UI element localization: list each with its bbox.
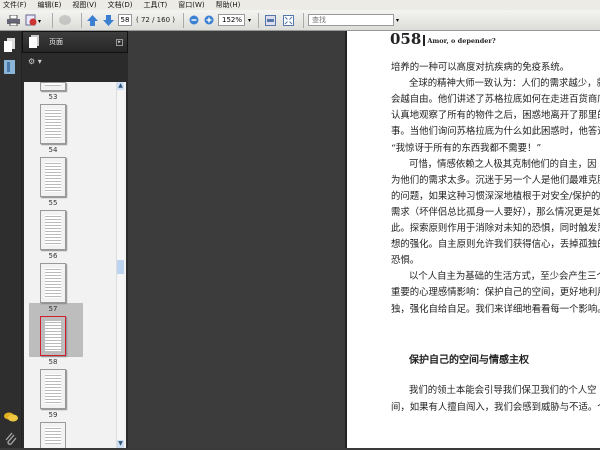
- scroll-up-icon[interactable]: ▲: [117, 82, 124, 90]
- page-thumbnail[interactable]: [40, 210, 66, 250]
- page-thumbnail[interactable]: [40, 369, 66, 409]
- text-line: 重要的心理感情影响：保护自己的空间，更好地利用孤: [391, 287, 600, 299]
- full-screen-icon[interactable]: [281, 13, 295, 27]
- pages-panel-icon: [29, 34, 39, 50]
- thumbnail-label: 53: [48, 93, 58, 101]
- navigation-icon-strip: [0, 31, 22, 448]
- thumbnail-label: 57: [48, 305, 58, 313]
- page-thumbnail-selected[interactable]: [40, 316, 66, 356]
- text-line: “我惊讶于所有的东西我都不需要！”: [391, 142, 542, 154]
- thumbnail-label: 58: [48, 358, 58, 366]
- menu-window[interactable]: 窗口(W): [178, 0, 204, 10]
- zoom-input[interactable]: 152%: [218, 14, 245, 26]
- text-line: 以个人自主为基础的生活方式，至少会产生三个: [409, 271, 600, 283]
- thumbnail-label: 54: [48, 146, 58, 154]
- menu-bar: 文件(F) 编辑(E) 视图(V) 文档(D) 工具(T) 窗口(W) 帮助(H…: [0, 0, 600, 10]
- next-page-icon[interactable]: [102, 13, 114, 27]
- running-title: Amor, o depender?: [427, 37, 496, 45]
- menu-file[interactable]: 文件(F): [3, 0, 27, 10]
- page-thumbnail[interactable]: [40, 82, 66, 91]
- text-line: 想的强化。自主原则允许我们获得信心，丢掉孤独的: [391, 239, 600, 251]
- attachments-icon[interactable]: [5, 431, 17, 445]
- document-page: 058 Amor, o depender? 保护自己的空间与情感主权 培养的一种…: [345, 31, 600, 448]
- scroll-down-icon[interactable]: ▼: [117, 440, 124, 448]
- zoom-out-icon[interactable]: [188, 13, 199, 27]
- menu-help[interactable]: 帮助(H): [216, 0, 241, 10]
- pages-icon[interactable]: [4, 37, 16, 52]
- page-thumbnail[interactable]: [40, 263, 66, 303]
- menu-tools[interactable]: 工具(T): [144, 0, 168, 10]
- page-count: ( 72 / 160 ): [136, 16, 175, 24]
- thumbnail-label: 55: [48, 199, 58, 207]
- text-line: 培养的一种可以高度对抗疾病的免疫系统。: [391, 62, 570, 73]
- text-line: 恐惧。: [391, 255, 420, 267]
- thumbnail-list: 53 54 55 56 57 58 59 ▲ ▼: [24, 82, 126, 448]
- text-line: 可惜，情感依赖之人极其克制他们的自主，因: [409, 158, 597, 170]
- thumbnail-scrollbar[interactable]: ▲ ▼: [116, 82, 124, 448]
- menu-edit[interactable]: 编辑(E): [38, 0, 62, 10]
- page-number: 058: [390, 30, 422, 48]
- create-pdf-icon[interactable]: ▾: [24, 13, 44, 27]
- text-line: 事。当他们询问苏格拉底为什么如此困惑时，他答道：: [391, 126, 600, 138]
- text-line: 独，强化自给自足。我们来详细地看看每一个影响。: [391, 303, 600, 315]
- text-line: 为他们的需求太多。沉迷于另一个人是他们最难克服: [391, 174, 600, 186]
- page-thumbnail[interactable]: [40, 157, 66, 197]
- text-line: 认真地观察了所有的物件之后，困惑地离开了那里的故: [391, 110, 600, 122]
- running-header: 058 Amor, o depender?: [390, 31, 496, 47]
- scrollbar-thumb[interactable]: [117, 260, 124, 274]
- zoom-dropdown-icon[interactable]: ▾: [248, 17, 251, 24]
- thumbnail-label: 59: [48, 411, 58, 419]
- options-gear-icon[interactable]: ⚙ ▾: [28, 57, 42, 66]
- menu-view[interactable]: 视图(V): [72, 0, 96, 10]
- pages-panel: 页面 ▸ ⚙ ▾ 53 54 55 56 57 58 59 ▲ ▼: [22, 31, 128, 448]
- thumbnail-label: 56: [48, 252, 58, 260]
- panel-title: 页面: [49, 38, 63, 46]
- search-dropdown-icon[interactable]: ▾: [396, 17, 399, 24]
- menu-document[interactable]: 文档(D): [108, 0, 133, 10]
- bookmarks-icon[interactable]: [4, 59, 16, 74]
- text-line: 全球的精神大师一致认为：人们的需求越少，就: [409, 78, 600, 90]
- section-heading: 保护自己的空间与情感主权: [409, 355, 529, 366]
- page-number-input[interactable]: 58: [118, 14, 132, 26]
- page-thumbnail[interactable]: [40, 422, 66, 448]
- previous-page-icon[interactable]: [86, 13, 98, 27]
- text-line: 我们的领土本能会引导我们保卫我们的个人空: [409, 385, 597, 396]
- toolbar: ▾ 58 ( 72 / 160 ) 152% ▾ ▾: [0, 10, 600, 31]
- comments-icon[interactable]: [4, 407, 18, 422]
- page-thumbnail[interactable]: [40, 104, 66, 144]
- text-line: 此。探索原则作用于消除对未知的恐惧，同时触发思: [391, 223, 600, 234]
- collaborate-icon[interactable]: [57, 13, 73, 27]
- fit-width-icon[interactable]: [263, 13, 277, 27]
- header-bar: [423, 35, 426, 46]
- text-line: 的问题，如果这种习惯深深地植根于对安全/保护的: [391, 190, 600, 202]
- text-line: 间，如果有人擅自闯入，我们会感到威胁与不适。个体: [391, 402, 600, 413]
- text-line: 需求（坏伴侣总比孤身一人要好），那么情况更是如: [391, 206, 600, 218]
- search-input[interactable]: [308, 14, 395, 26]
- zoom-in-icon[interactable]: [203, 13, 214, 27]
- panel-menu-button[interactable]: ▸: [116, 38, 123, 46]
- document-background: [128, 31, 345, 448]
- svg-text:▾: ▾: [38, 18, 41, 25]
- text-line: 会越自由。他们讲述了苏格拉底如何在走进百货商店，: [391, 94, 600, 106]
- print-icon[interactable]: [6, 13, 20, 27]
